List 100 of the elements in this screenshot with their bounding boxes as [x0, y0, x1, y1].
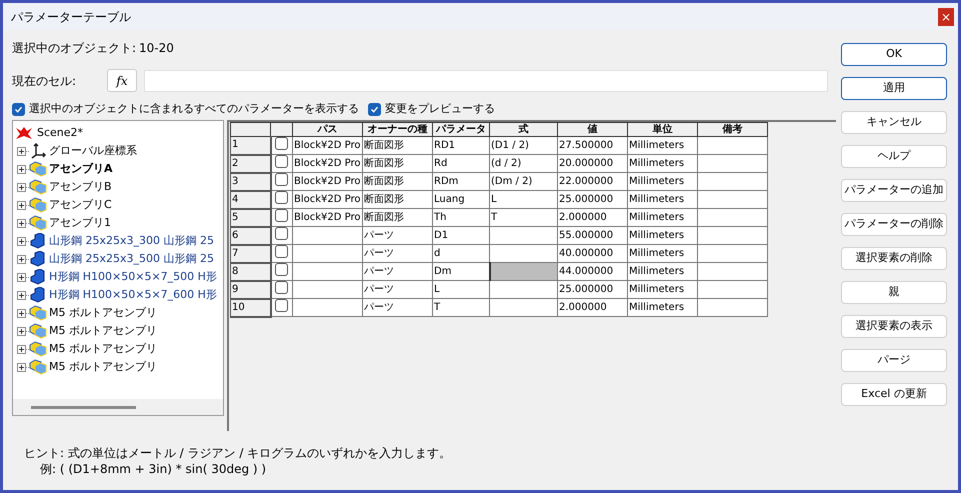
table-cell[interactable] [292, 226, 362, 244]
dialog-button[interactable]: 親 [841, 281, 947, 304]
table-cell[interactable]: T [432, 298, 490, 316]
table-cell[interactable]: d [432, 244, 490, 262]
table-cell[interactable]: 27.500000 [558, 136, 628, 154]
tree-item[interactable]: アセンブリB [49, 178, 112, 196]
table-cell[interactable]: RD1 [432, 136, 490, 154]
row-checkbox[interactable] [275, 227, 288, 240]
column-header[interactable]: オーナーの種 [362, 122, 432, 136]
table-cell[interactable] [490, 226, 558, 244]
table-cell[interactable] [698, 280, 768, 298]
table-cell[interactable]: D1 [432, 226, 490, 244]
table-cell[interactable]: 断面図形 [362, 136, 432, 154]
table-cell[interactable]: Luang [432, 190, 490, 208]
tree-item[interactable]: 山形鋼 25x25x3_500 山形鋼 25 [49, 250, 214, 268]
table-cell[interactable]: Millimeters [628, 244, 698, 262]
tree-item[interactable]: アセンブリC [49, 196, 112, 214]
table-cell[interactable] [292, 298, 362, 316]
expand-icon[interactable] [17, 272, 26, 282]
expand-icon[interactable] [17, 290, 26, 300]
table-cell[interactable]: Millimeters [628, 226, 698, 244]
row-checkbox[interactable] [275, 263, 288, 276]
table-cell[interactable] [490, 298, 558, 316]
table-cell[interactable]: 55.000000 [558, 226, 628, 244]
table-cell[interactable] [292, 280, 362, 298]
table-cell[interactable] [490, 262, 558, 280]
table-cell[interactable]: パーツ [362, 244, 432, 262]
table-cell[interactable]: (Dm / 2) [490, 172, 558, 190]
dialog-button[interactable]: 適用 [841, 77, 947, 100]
table-cell[interactable]: Rd [432, 154, 490, 172]
expand-icon[interactable] [17, 254, 26, 264]
tree-item[interactable]: アセンブリA [49, 160, 113, 178]
expand-icon[interactable] [17, 182, 26, 192]
option-checkbox[interactable] [12, 102, 25, 116]
table-cell[interactable]: Block¥2D Pro [292, 190, 362, 208]
expand-icon[interactable] [17, 308, 26, 318]
dialog-button[interactable]: 選択要素の削除 [841, 247, 947, 270]
row-checkbox[interactable] [275, 155, 288, 168]
table-cell[interactable] [698, 190, 768, 208]
column-header[interactable]: 単位 [628, 122, 698, 136]
expand-icon[interactable] [17, 362, 26, 372]
expand-icon[interactable] [17, 146, 26, 156]
table-cell[interactable] [698, 208, 768, 226]
table-cell[interactable]: (d / 2) [490, 154, 558, 172]
table-cell[interactable] [292, 262, 362, 280]
table-cell[interactable] [698, 244, 768, 262]
table-cell[interactable]: Millimeters [628, 262, 698, 280]
tree-item[interactable]: M5 ボルトアセンブリ [49, 340, 157, 358]
table-cell[interactable]: 2.000000 [558, 298, 628, 316]
table-cell[interactable]: 25.000000 [558, 280, 628, 298]
tree-item[interactable]: H形鋼 H100×50×5×7_500 H形 [49, 268, 217, 286]
table-cell[interactable]: パーツ [362, 262, 432, 280]
table-cell[interactable]: Block¥2D Pro [292, 208, 362, 226]
table-cell[interactable]: Millimeters [628, 208, 698, 226]
row-checkbox[interactable] [275, 137, 288, 150]
table-cell[interactable]: Block¥2D Pro [292, 172, 362, 190]
tree-root[interactable]: Scene2* [37, 124, 84, 142]
table-cell[interactable]: Block¥2D Pro [292, 136, 362, 154]
tree-item[interactable]: M5 ボルトアセンブリ [49, 358, 157, 376]
table-cell[interactable]: 40.000000 [558, 244, 628, 262]
table-cell[interactable]: L [432, 280, 490, 298]
table-cell[interactable]: Millimeters [628, 136, 698, 154]
column-header[interactable]: パス [292, 122, 362, 136]
table-cell[interactable]: Millimeters [628, 298, 698, 316]
table-cell[interactable] [698, 136, 768, 154]
table-cell[interactable] [698, 226, 768, 244]
formula-field[interactable] [144, 70, 828, 92]
dialog-button[interactable]: 選択要素の表示 [841, 315, 947, 338]
table-cell[interactable]: 25.000000 [558, 190, 628, 208]
table-cell[interactable]: 2.000000 [558, 208, 628, 226]
table-cell[interactable]: Millimeters [628, 280, 698, 298]
table-cell[interactable]: 断面図形 [362, 190, 432, 208]
table-cell[interactable] [698, 262, 768, 280]
table-cell[interactable]: パーツ [362, 226, 432, 244]
table-cell[interactable]: 22.000000 [558, 172, 628, 190]
table-cell[interactable] [292, 244, 362, 262]
table-cell[interactable]: 20.000000 [558, 154, 628, 172]
table-cell[interactable]: T [490, 208, 558, 226]
table-cell[interactable] [490, 280, 558, 298]
table-cell[interactable]: Dm [432, 262, 490, 280]
table-cell[interactable]: Block¥2D Pro [292, 154, 362, 172]
table-cell[interactable]: パーツ [362, 280, 432, 298]
table-cell[interactable] [698, 172, 768, 190]
tree-item[interactable]: 山形鋼 25x25x3_300 山形鋼 25 [49, 232, 214, 250]
table-cell[interactable]: 断面図形 [362, 172, 432, 190]
column-header[interactable]: 値 [558, 122, 628, 136]
dialog-button[interactable]: ヘルプ [841, 145, 947, 168]
table-cell[interactable]: Millimeters [628, 154, 698, 172]
tree-item[interactable]: アセンブリ1 [49, 214, 111, 232]
expand-icon[interactable] [17, 164, 26, 174]
row-checkbox[interactable] [275, 281, 288, 294]
fx-button[interactable]: fx [107, 69, 137, 92]
dialog-button[interactable]: Excel の更新 [841, 383, 947, 406]
expand-icon[interactable] [17, 326, 26, 336]
row-checkbox[interactable] [275, 173, 288, 186]
expand-icon[interactable] [17, 218, 26, 228]
row-checkbox[interactable] [275, 191, 288, 204]
table-cell[interactable]: Millimeters [628, 172, 698, 190]
table-cell[interactable] [490, 244, 558, 262]
dialog-button[interactable]: パージ [841, 349, 947, 372]
